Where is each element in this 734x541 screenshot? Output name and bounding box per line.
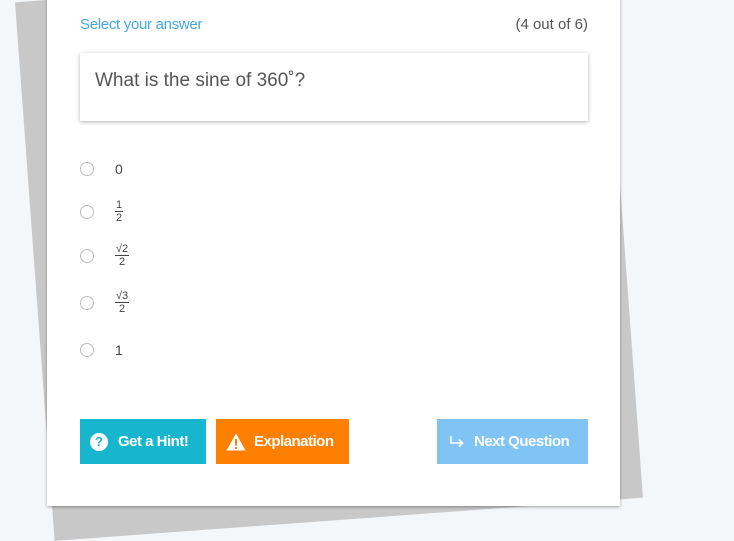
option-label: 0 [115,161,123,177]
radio-button[interactable] [80,205,94,219]
question-text: What is the sine of 360˚? [95,70,306,91]
fraction-denominator: 2 [116,212,123,224]
option-fraction: √2 2 [115,243,130,268]
hint-button-label: Get a Hint! [118,433,189,450]
radio-button[interactable] [80,343,94,357]
answer-option[interactable]: 1 2 [80,200,124,224]
fraction-numerator: 1 [115,199,124,212]
radio-button[interactable] [80,162,94,176]
answer-option[interactable]: √2 2 [80,244,130,268]
option-fraction: √3 2 [115,290,130,315]
next-button-label: Next Question [474,433,570,450]
explanation-button[interactable]: Explanation [216,419,349,464]
warning-icon [226,433,246,451]
get-hint-button[interactable]: ? Get a Hint! [80,419,206,464]
fraction-numerator: √2 [115,243,130,256]
question-circle-icon: ? [90,432,108,451]
fraction-denominator: 2 [119,303,126,315]
next-question-button[interactable]: Next Question [437,419,588,464]
question-box: What is the sine of 360˚? [80,53,588,121]
radio-button[interactable] [80,249,94,263]
question-progress: (4 out of 6) [515,16,588,33]
fraction-denominator: 2 [119,256,126,268]
answer-option[interactable]: 1 [80,340,123,360]
fraction-numerator: √3 [115,290,130,303]
option-fraction: 1 2 [115,199,124,224]
arrow-return-icon [449,435,465,449]
option-label: 1 [115,342,123,358]
radio-button[interactable] [80,296,94,310]
answer-option[interactable]: √3 2 [80,291,130,315]
select-answer-label: Select your answer [80,16,203,33]
quiz-header: Select your answer (4 out of 6) [80,16,588,34]
answer-option[interactable]: 0 [80,159,123,179]
explanation-button-label: Explanation [254,433,334,450]
